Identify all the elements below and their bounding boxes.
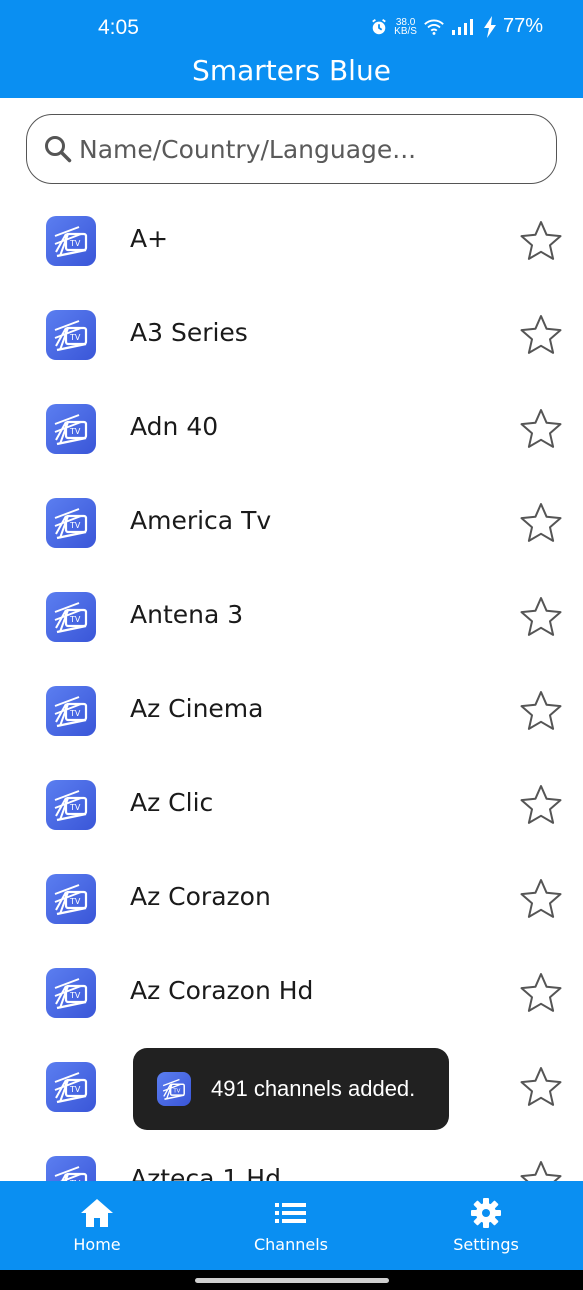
channel-row[interactable]: TV Az Cinema — [0, 664, 583, 758]
svg-text:TV: TV — [69, 803, 81, 812]
search-icon — [45, 136, 72, 163]
tv-logo-icon: TV — [46, 216, 96, 266]
tv-logo-icon: TV — [46, 780, 96, 830]
channel-row[interactable]: TV America Tv — [0, 476, 583, 570]
channel-row[interactable]: TV Az Clic — [0, 758, 583, 852]
app-title: Smarters Blue — [192, 54, 391, 87]
channel-row[interactable]: TV Az Corazon — [0, 852, 583, 946]
star-icon[interactable] — [519, 783, 563, 827]
channel-name: Az Corazon — [130, 882, 271, 911]
status-icons: 38.0 KB/S 77% — [370, 15, 543, 38]
channel-name: Az Corazon Hd — [130, 976, 314, 1005]
nav-home[interactable]: Home — [37, 1181, 157, 1270]
gear-icon — [471, 1198, 501, 1228]
star-icon[interactable] — [519, 1159, 563, 1181]
svg-text:TV: TV — [69, 239, 81, 248]
alarm-icon — [372, 18, 386, 34]
search-bar[interactable] — [26, 114, 557, 184]
star-icon[interactable] — [519, 313, 563, 357]
channel-row[interactable]: TV A+ — [0, 194, 583, 288]
list-icon — [275, 1203, 306, 1223]
channel-name: Antena 3 — [130, 600, 244, 629]
tv-logo-icon: TV — [46, 1156, 96, 1181]
tv-logo-icon: TV — [157, 1072, 191, 1106]
nav-channels[interactable]: Channels — [231, 1181, 351, 1270]
channel-name: A3 Series — [130, 318, 248, 347]
channel-name: Az Cinema — [130, 694, 264, 723]
channel-row[interactable]: TV Adn 40 — [0, 382, 583, 476]
home-icon — [81, 1199, 113, 1227]
battery-charging-icon — [483, 15, 496, 38]
channel-name: America Tv — [130, 506, 272, 535]
svg-text:TV: TV — [69, 709, 81, 718]
svg-text:TV: TV — [69, 991, 81, 1000]
status-time: 4:05 — [98, 16, 139, 39]
star-icon[interactable] — [519, 219, 563, 263]
star-icon[interactable] — [519, 1065, 563, 1109]
tv-logo-icon: TV — [46, 1062, 96, 1112]
channel-name: Adn 40 — [130, 412, 219, 441]
star-icon[interactable] — [519, 877, 563, 921]
battery-percent: 77% — [502, 15, 543, 37]
toast: TV 491 channels added. — [133, 1048, 449, 1130]
tv-logo-icon: TV — [46, 310, 96, 360]
svg-text:TV: TV — [172, 1088, 180, 1094]
svg-text:TV: TV — [69, 333, 81, 342]
channel-row[interactable]: TV Az Corazon Hd — [0, 946, 583, 1040]
star-icon[interactable] — [519, 407, 563, 451]
star-icon[interactable] — [519, 971, 563, 1015]
svg-text:TV: TV — [69, 521, 81, 530]
tv-logo-icon: TV — [46, 686, 96, 736]
svg-text:TV: TV — [69, 615, 81, 624]
network-speed: 38.0 KB/S — [394, 17, 417, 37]
search-input[interactable] — [79, 134, 539, 164]
channel-row[interactable]: TV Antena 3 — [0, 570, 583, 664]
nav-channels-label: Channels — [253, 1235, 329, 1254]
gesture-handle[interactable] — [195, 1278, 389, 1283]
svg-text:TV: TV — [69, 427, 81, 436]
svg-text:TV: TV — [69, 897, 81, 906]
channel-name: Azteca 1 Hd — [130, 1164, 281, 1181]
star-icon[interactable] — [519, 595, 563, 639]
toast-message: 491 channels added. — [211, 1076, 416, 1101]
channel-row[interactable]: TV Azteca 1 Hd — [0, 1134, 583, 1181]
nav-settings-label: Settings — [453, 1235, 519, 1254]
tv-logo-icon: TV — [46, 968, 96, 1018]
tv-logo-icon: TV — [46, 592, 96, 642]
tv-logo-icon: TV — [46, 498, 96, 548]
tv-logo-icon: TV — [46, 404, 96, 454]
status-bar: 4:05 38.0 KB/S 77% — [0, 0, 583, 52]
tv-logo-icon: TV — [46, 874, 96, 924]
network-speed-unit: KB/S — [394, 25, 417, 37]
system-navigation-bar — [0, 1270, 583, 1290]
channel-list[interactable]: TV A+ TV A3 Series TV Adn 40 TV America … — [0, 194, 583, 1181]
bottom-navigation: Home Channels Settings — [0, 1181, 583, 1270]
channel-name: A+ — [130, 224, 169, 253]
star-icon[interactable] — [519, 689, 563, 733]
signal-icon — [451, 18, 473, 35]
app-bar: Smarters Blue — [0, 52, 583, 98]
star-icon[interactable] — [519, 501, 563, 545]
wifi-icon — [424, 19, 444, 35]
channel-name: Az Clic — [130, 788, 214, 817]
nav-home-label: Home — [73, 1235, 121, 1254]
svg-text:TV: TV — [69, 1085, 81, 1094]
channel-row[interactable]: TV A3 Series — [0, 288, 583, 382]
nav-settings[interactable]: Settings — [426, 1181, 546, 1270]
